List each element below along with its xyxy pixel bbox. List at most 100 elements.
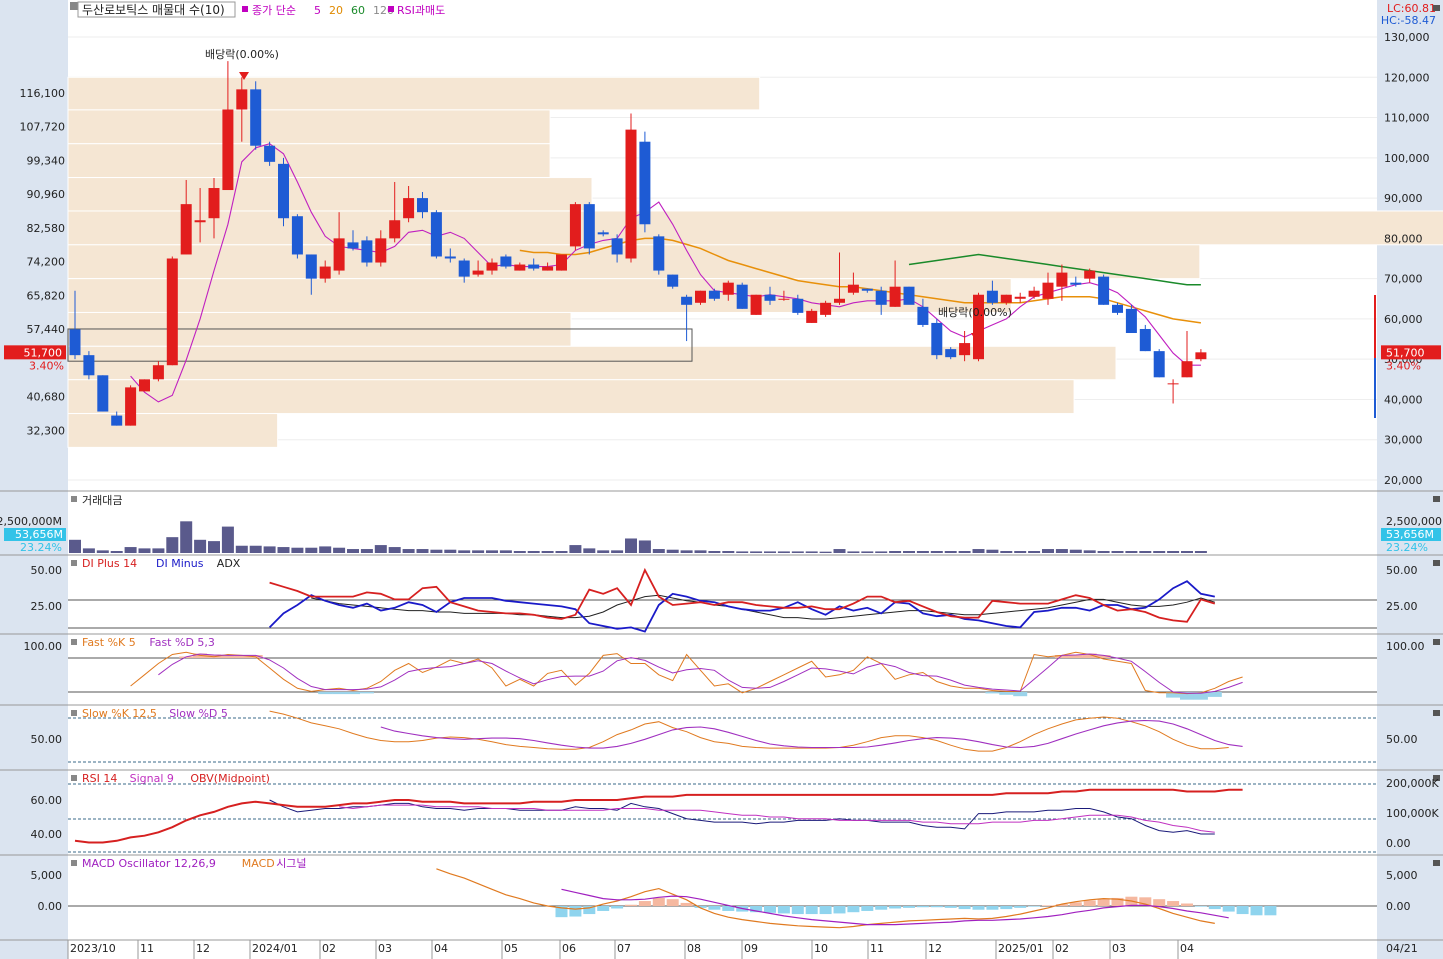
- macd-oscillator-bar: [972, 906, 985, 910]
- rsi-axis-left: 60.00: [31, 794, 63, 807]
- volume-bar: [249, 545, 262, 553]
- candle-body: [403, 198, 415, 219]
- x-axis-label: 03: [378, 942, 392, 955]
- volume-bar: [221, 526, 234, 553]
- current-price-left: 51,700: [24, 346, 63, 359]
- macd-oscillator-bar: [1167, 901, 1180, 906]
- macd-oscillator-bar: [847, 906, 860, 913]
- x-axis-label: 2024/01: [252, 942, 298, 955]
- volume-bar: [625, 538, 637, 553]
- volume-bar: [110, 551, 123, 553]
- volume-bar: [861, 551, 874, 553]
- volume-bar: [208, 541, 220, 553]
- fast-oversold-fill: [1013, 692, 1028, 697]
- volume-bar: [944, 551, 957, 553]
- volume-pct-left: 23.24%: [20, 541, 62, 554]
- volume-bar: [1167, 551, 1180, 553]
- candle-body: [861, 288, 873, 291]
- macd-oscillator-bar: [708, 906, 721, 910]
- volume-bar: [847, 551, 860, 553]
- price-axis-tick: 80,000: [1384, 232, 1423, 245]
- macd-oscillator-bar: [680, 902, 693, 906]
- volume-bar: [1125, 551, 1138, 553]
- candle-body: [1139, 328, 1151, 352]
- volume-bar: [583, 548, 596, 553]
- price-axis-tick: 70,000: [1384, 273, 1423, 286]
- di-axis-left: 25.00: [31, 600, 63, 613]
- panel-corner-icon: [1433, 560, 1440, 566]
- volume-bar: [402, 549, 415, 553]
- volume-bar: [235, 545, 248, 553]
- macd-panel-legend: MACD Oscillator 12,26,9: [82, 857, 216, 870]
- volume-bar: [1139, 551, 1152, 553]
- slow-axis-left: 50.00: [31, 733, 63, 746]
- candle-body: [597, 232, 609, 235]
- ma-legend-period: 20: [329, 4, 343, 17]
- candle-body: [1181, 361, 1193, 378]
- candle-body: [986, 290, 998, 303]
- candle-body: [1167, 383, 1179, 385]
- chart-title: 두산로보틱스 매물대 수(10): [82, 3, 225, 17]
- macd-oscillator-bar: [625, 904, 637, 906]
- ma-legend-label: 종가 단순: [252, 4, 296, 17]
- candle-body: [1195, 352, 1207, 360]
- candle-body: [236, 89, 248, 110]
- fast-axis-left: 100.00: [24, 640, 63, 653]
- volume-bar: [277, 547, 290, 553]
- candle-body: [792, 298, 804, 313]
- volume-bar: [889, 551, 902, 553]
- candle-body: [291, 216, 303, 255]
- volume-bar: [1153, 551, 1166, 553]
- macd-oscillator-bar: [958, 906, 971, 910]
- x-axis-label: 12: [196, 942, 210, 955]
- volume-current-right: 53,656M: [1386, 528, 1434, 541]
- di-axis-left: 50.00: [31, 564, 63, 577]
- volume-bar: [875, 551, 888, 553]
- candle-body: [264, 145, 276, 162]
- candle-body: [847, 284, 859, 293]
- volume-pct-right: 23.24%: [1386, 541, 1428, 554]
- dividend-label-2: 배당락(0.00%): [938, 306, 1012, 319]
- panel-corner-icon: [1433, 496, 1440, 502]
- candle-body: [750, 294, 762, 315]
- macd-oscillator-bar: [791, 906, 804, 915]
- volume-bar: [764, 551, 776, 553]
- macd-panel-legend: 시그널: [276, 857, 306, 870]
- volume-bar: [1194, 551, 1207, 553]
- candle-body: [945, 349, 957, 358]
- macd-axis-left: 0.00: [38, 900, 63, 913]
- left-axis-bg: [0, 0, 68, 959]
- macd-oscillator-bar: [597, 906, 610, 911]
- price-axis-tick: 20,000: [1384, 474, 1423, 487]
- candle-body: [778, 298, 790, 300]
- candle-body: [931, 322, 943, 356]
- di-panel-icon: [71, 560, 77, 566]
- volume-bar: [1042, 549, 1054, 553]
- candle-body: [125, 387, 137, 426]
- left-price-tick: 65,820: [27, 289, 66, 302]
- dividend-label-1: 배당락(0.00%): [205, 48, 279, 61]
- candle-body: [305, 254, 317, 279]
- volume-bar: [69, 539, 81, 553]
- volume-current-left: 53,656M: [15, 528, 63, 541]
- volume-bar: [1000, 551, 1013, 553]
- macd-oscillator-bar: [1194, 906, 1207, 907]
- candle-body: [152, 365, 164, 380]
- rsi-axis-left: 40.00: [31, 828, 63, 841]
- candle-body: [583, 204, 595, 249]
- price-axis-tick: 110,000: [1384, 112, 1430, 125]
- macd-panel-legend: MACD: [242, 857, 275, 870]
- x-axis-label: 10: [814, 942, 828, 955]
- candle-body: [180, 204, 192, 255]
- macd-oscillator-bar: [611, 906, 624, 909]
- macd-oscillator-bar: [1014, 906, 1027, 908]
- price-axis-tick: 40,000: [1384, 393, 1423, 406]
- volume-bar: [694, 550, 707, 553]
- volume-axis-left: 2,500,000M: [0, 515, 62, 528]
- candle-body: [1000, 294, 1012, 303]
- price-axis-tick: 130,000: [1384, 31, 1430, 44]
- candle-body: [736, 284, 748, 309]
- left-price-tick: 107,720: [20, 121, 66, 134]
- x-axis-label: 04: [434, 942, 448, 955]
- candle-body: [611, 238, 623, 255]
